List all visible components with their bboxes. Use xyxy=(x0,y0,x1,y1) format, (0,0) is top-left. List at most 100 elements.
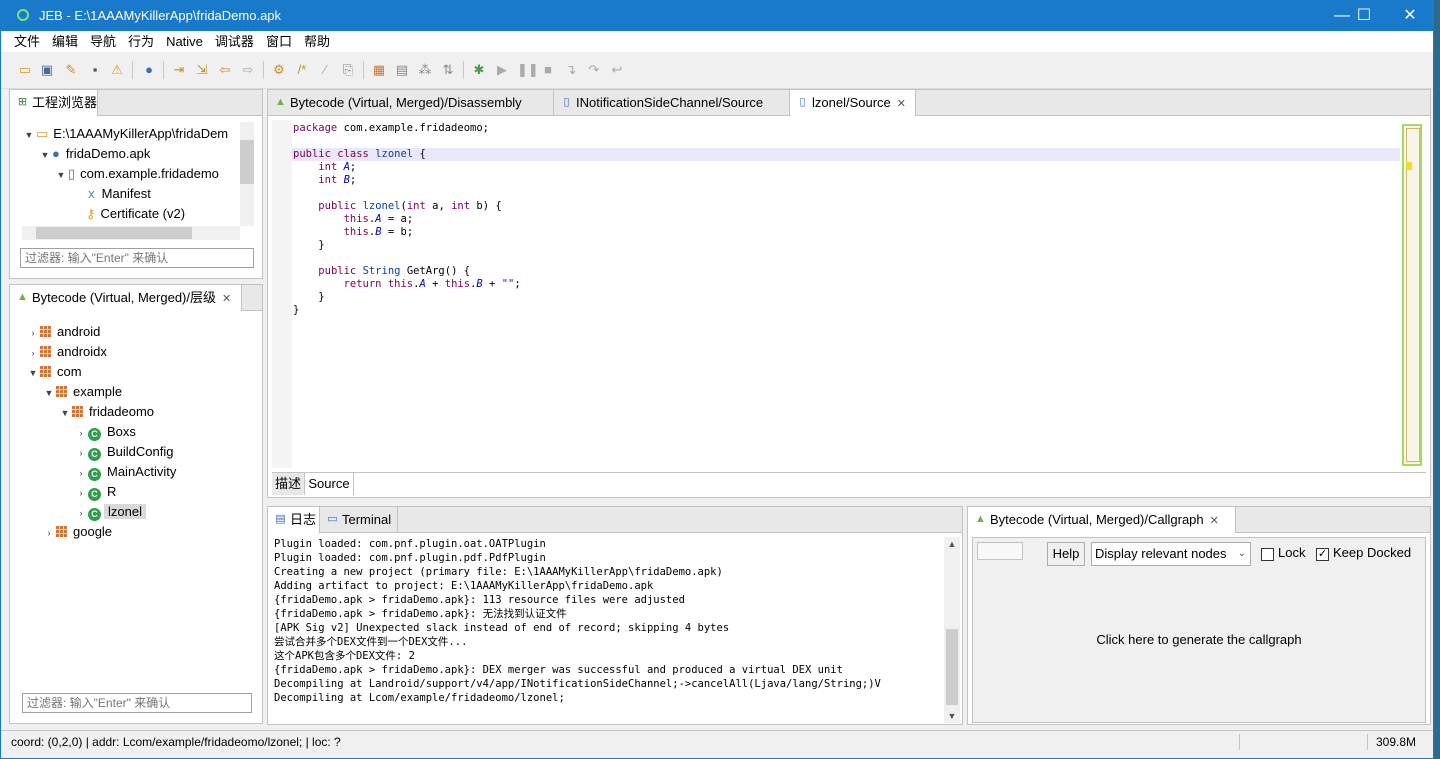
tab-callgraph[interactable]: ▲ Bytecode (Virtual, Merged)/Callgraph ✕ xyxy=(968,507,1236,533)
menu-edit[interactable]: 编辑 xyxy=(46,31,84,52)
tree-item-package[interactable]: ▼ ▯ com.example.fridademo xyxy=(54,164,219,184)
debug-bug-icon[interactable]: ✱ xyxy=(471,62,487,78)
keep-docked-checkbox[interactable]: ✓ xyxy=(1316,548,1329,561)
display-select[interactable]: Display relevant nodes ⌄ xyxy=(1091,542,1251,566)
scroll-up-icon[interactable]: ▲ xyxy=(944,537,960,551)
tab-project-explorer[interactable]: ⊞ 工程浏览器 xyxy=(10,90,98,116)
tree-item-apk[interactable]: ▼ ● fridaDemo.apk xyxy=(38,144,151,164)
jump-into-icon[interactable]: ⇲ xyxy=(194,62,210,78)
gutter xyxy=(272,120,292,468)
export-icon[interactable]: ⎘ xyxy=(340,62,356,78)
tree-item-pkg[interactable]: › google xyxy=(42,522,113,542)
window-title: JEB - E:\1AAAMyKillerApp\fridaDemo.apk xyxy=(39,8,282,23)
tree-item-manifest[interactable]: X Manifest xyxy=(88,184,151,204)
save-icon[interactable]: ▣ xyxy=(39,62,55,78)
rename-icon[interactable]: ∕ xyxy=(317,62,333,78)
overview-ruler[interactable] xyxy=(1402,124,1422,466)
memory-usage[interactable]: 309.8M xyxy=(1376,731,1416,753)
maximize-button[interactable]: ☐ xyxy=(1341,1,1387,31)
stop-icon[interactable]: ■ xyxy=(540,62,556,78)
wrench-icon[interactable]: ✎ xyxy=(63,62,79,78)
comment-icon[interactable]: /* xyxy=(294,62,310,78)
hierarchy-icon[interactable]: ▤ xyxy=(394,62,410,78)
status-divider xyxy=(1239,734,1240,750)
tree-item-certificate[interactable]: ⚷ Certificate (v2) xyxy=(86,204,185,224)
tree-item-pkg[interactable]: › android xyxy=(26,322,101,342)
toolbar-separator xyxy=(263,61,264,79)
tab-inotification-source[interactable]: ▯ INotificationSideChannel/Source xyxy=(554,90,790,115)
menu-action[interactable]: 行为 xyxy=(122,31,160,52)
tree-item-class[interactable]: › C R xyxy=(74,482,116,502)
help-button[interactable]: Help xyxy=(1047,542,1085,566)
source-code[interactable]: package com.example.fridadeomo; public c… xyxy=(293,122,521,317)
tree-item-class[interactable]: › C BuildConfig xyxy=(74,442,174,462)
log-line: 尝试合并多个DEX文件到一个DEX文件... xyxy=(274,636,468,648)
decompile-icon[interactable]: ⚙ xyxy=(271,62,287,78)
tab-source[interactable]: Source xyxy=(305,473,354,495)
menu-window[interactable]: 窗口 xyxy=(260,31,298,52)
tree-item-project[interactable]: ▼ ▭ E:\1AAAMyKillerApp\fridaDem xyxy=(22,124,229,144)
warning-icon[interactable]: ⚠ xyxy=(109,62,125,78)
lock-checkbox[interactable] xyxy=(1261,548,1274,561)
tab-log[interactable]: ▤ 日志 xyxy=(268,507,320,533)
tree-item-class[interactable]: › C MainActivity xyxy=(74,462,176,482)
scrollbar-thumb[interactable] xyxy=(240,140,254,184)
close-icon[interactable]: ✕ xyxy=(222,287,231,312)
tree-item-pkg[interactable]: › androidx xyxy=(26,342,107,362)
tab-lzonel-source[interactable]: ▯ lzonel/Source ✕ xyxy=(790,90,916,116)
tree-item-pkg[interactable]: ▼ com xyxy=(26,362,82,382)
menu-navigate[interactable]: 导航 xyxy=(84,31,122,52)
tree-item-class[interactable]: › C Boxs xyxy=(74,422,136,442)
console-log: Plugin loaded: com.pnf.plugin.oat.OATPlu… xyxy=(274,537,881,705)
menu-help[interactable]: 帮助 xyxy=(298,31,336,52)
key-icon: ⚷ xyxy=(86,206,96,221)
chevron-down-icon: ▼ xyxy=(40,150,50,160)
menu-debugger[interactable]: 调试器 xyxy=(209,31,260,52)
tab-description[interactable]: 描述 xyxy=(272,473,305,495)
eraser-icon[interactable]: ▪ xyxy=(87,62,103,78)
close-icon[interactable]: ✕ xyxy=(1210,509,1219,534)
chevron-down-icon: ⌄ xyxy=(1237,548,1246,559)
console-scrollbar[interactable]: ▲ ▼ xyxy=(944,537,960,723)
menu-file[interactable]: 文件 xyxy=(8,31,46,52)
hierarchy-filter-input[interactable] xyxy=(22,693,252,713)
step-over-icon[interactable]: ↷ xyxy=(586,62,602,78)
tab-hierarchy[interactable]: ▲ Bytecode (Virtual, Merged)/层级 ✕ xyxy=(10,285,242,311)
resume-icon[interactable]: ▶ xyxy=(494,62,510,78)
close-icon[interactable]: ✕ xyxy=(897,92,906,117)
chevron-down-icon: ▼ xyxy=(24,130,34,140)
lock-label: Lock xyxy=(1278,545,1306,560)
project-filter-input[interactable] xyxy=(20,248,254,268)
scroll-down-icon[interactable]: ▼ xyxy=(944,709,960,723)
tab-terminal[interactable]: ▭ Terminal xyxy=(320,507,398,532)
generate-callgraph-message[interactable]: Click here to generate the callgraph xyxy=(973,632,1425,647)
scrollbar-thumb[interactable] xyxy=(36,227,192,239)
tab-disassembly[interactable]: ▲ Bytecode (Virtual, Merged)/Disassembly xyxy=(268,90,554,115)
close-window-button[interactable]: ✕ xyxy=(1387,1,1433,31)
back-arrow-icon[interactable]: ⇦ xyxy=(217,62,233,78)
tree-item-class-selected[interactable]: › Clzonel xyxy=(74,502,146,522)
horizontal-scrollbar[interactable] xyxy=(22,226,240,240)
step-into-icon[interactable]: ↴ xyxy=(563,62,579,78)
vertical-scrollbar[interactable] xyxy=(240,122,254,226)
step-return-icon[interactable]: ↩ xyxy=(609,62,625,78)
chevron-down-icon: ▼ xyxy=(44,388,54,398)
zoom-field[interactable] xyxy=(977,542,1023,560)
package-icon[interactable]: ▦ xyxy=(371,62,387,78)
globe-icon[interactable]: ● xyxy=(141,62,157,78)
tree-item-pkg[interactable]: ▼ fridadeomo xyxy=(58,402,155,422)
java-file-icon: ▯ xyxy=(563,96,570,108)
tree-item-pkg[interactable]: ▼ example xyxy=(42,382,123,402)
pause-icon[interactable]: ❚❚ xyxy=(517,62,539,78)
graph-icon[interactable]: ⁂ xyxy=(417,62,433,78)
scrollbar-thumb[interactable] xyxy=(946,629,958,705)
jump-to-icon[interactable]: ⇥ xyxy=(171,62,187,78)
sort-icon[interactable]: ⇅ xyxy=(440,62,456,78)
menu-native[interactable]: Native xyxy=(160,31,209,52)
android-icon: ▲ xyxy=(275,96,286,108)
title-bar: JEB - E:\1AAAMyKillerApp\fridaDemo.apk —… xyxy=(1,1,1433,31)
open-folder-icon[interactable]: ▭ xyxy=(17,62,33,78)
forward-arrow-icon[interactable]: ⇨ xyxy=(240,62,256,78)
toolbar-separator xyxy=(132,61,133,79)
folder-open-icon: ▭ xyxy=(36,126,49,141)
